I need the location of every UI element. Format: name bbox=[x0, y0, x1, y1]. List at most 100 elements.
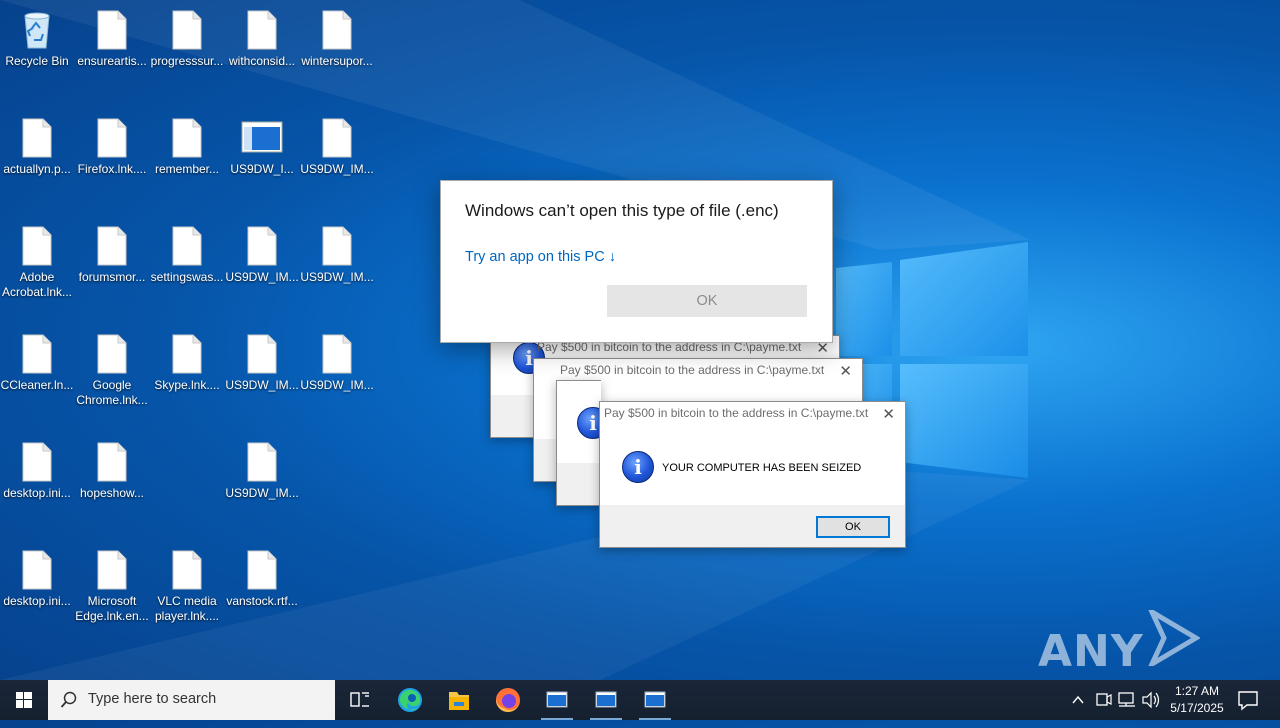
desktop-icon-label: VLC media player.lnk.... bbox=[154, 594, 220, 623]
file-icon bbox=[172, 226, 202, 266]
desktop-icon[interactable]: US9DW_IM... bbox=[300, 108, 374, 177]
desktop-icon-label: Google Chrome.lnk... bbox=[76, 378, 148, 407]
play-triangle-icon bbox=[1146, 605, 1201, 677]
desktop-icon[interactable]: US9DW_IM... bbox=[225, 324, 299, 393]
edge-icon bbox=[398, 688, 422, 712]
file-icon bbox=[97, 550, 127, 590]
show-hidden-icons-button[interactable] bbox=[1066, 680, 1090, 720]
search-placeholder: Type here to search bbox=[88, 691, 217, 707]
recycle-bin-icon bbox=[22, 10, 52, 50]
search-box[interactable]: Type here to search bbox=[48, 680, 335, 720]
desktop-icon-label: US9DW_IM... bbox=[225, 270, 299, 284]
desktop-icon[interactable]: US9DW_IM... bbox=[225, 216, 299, 285]
desktop-icon[interactable]: actuallyn.p... bbox=[0, 108, 74, 177]
file-icon bbox=[247, 442, 277, 482]
desktop-icon[interactable]: Microsoft Edge.lnk.en... bbox=[75, 540, 149, 624]
desktop-icon[interactable]: US9DW_IM... bbox=[225, 432, 299, 501]
open-with-dialog[interactable]: Windows can’t open this type of file (.e… bbox=[440, 180, 833, 343]
desktop-icon[interactable]: forumsmor... bbox=[75, 216, 149, 285]
desktop-icon-label: US9DW_IM... bbox=[225, 486, 299, 500]
desktop-icon[interactable]: US9DW_IM... bbox=[300, 216, 374, 285]
desktop-icon-label: US9DW_IM... bbox=[300, 162, 374, 176]
file-icon bbox=[322, 10, 352, 50]
window-app-icon bbox=[644, 691, 666, 708]
desktop-icon[interactable]: settingswas... bbox=[150, 216, 224, 285]
desktop-icon-label: US9DW_I... bbox=[230, 162, 294, 176]
desktop-icon[interactable]: Adobe Acrobat.lnk... bbox=[0, 216, 74, 300]
volume-button[interactable] bbox=[1140, 680, 1162, 720]
desktop-icon[interactable]: hopeshow... bbox=[75, 432, 149, 501]
network-icon bbox=[1118, 692, 1135, 707]
desktop-icon[interactable]: wintersupor... bbox=[300, 0, 374, 69]
msgbox-taskbar-button-3[interactable] bbox=[631, 680, 679, 720]
desktop-icon[interactable]: remember... bbox=[150, 108, 224, 177]
clock-date: 5/17/2025 bbox=[1170, 701, 1224, 715]
desktop-icon[interactable]: desktop.ini... bbox=[0, 540, 74, 609]
try-app-link[interactable]: Try an app on this PC ↓ bbox=[465, 249, 616, 265]
desktop-icon-label: CCleaner.ln... bbox=[0, 378, 74, 392]
chevron-up-icon bbox=[1072, 695, 1084, 704]
desktop-icon-label: Skype.lnk.... bbox=[154, 378, 220, 392]
ransom-msgbox-main[interactable]: Pay $500 in bitcoin to the address in C:… bbox=[599, 401, 906, 548]
task-view-button[interactable] bbox=[336, 680, 384, 720]
desktop-icon[interactable]: desktop.ini... bbox=[0, 432, 74, 501]
clock[interactable]: 1:27 AM 5/17/2025 bbox=[1162, 683, 1232, 717]
desktop-icon[interactable]: ensureartis... bbox=[75, 0, 149, 69]
notification-icon bbox=[1238, 691, 1258, 711]
desktop-icon[interactable]: US9DW_I... bbox=[225, 108, 299, 177]
desktop-icon-label: withconsid... bbox=[228, 54, 296, 68]
watermark-left: ANY bbox=[1038, 626, 1144, 677]
info-icon: i bbox=[622, 451, 654, 483]
file-icon bbox=[97, 334, 127, 374]
action-center-button[interactable] bbox=[1232, 680, 1280, 720]
file-icon bbox=[97, 442, 127, 482]
taskbar: Type here to search 1:27 AM 5/17/2025 bbox=[0, 680, 1280, 720]
desktop-icon[interactable]: Recycle Bin bbox=[0, 0, 74, 69]
desktop-icon-label: wintersupor... bbox=[301, 54, 373, 68]
desktop-icon[interactable]: progresssur... bbox=[150, 0, 224, 69]
desktop-icon-label: forumsmor... bbox=[78, 270, 146, 284]
desktop-icon[interactable]: CCleaner.ln... bbox=[0, 324, 74, 393]
file-icon bbox=[97, 226, 127, 266]
file-icon bbox=[322, 118, 352, 158]
desktop-icon[interactable]: withconsid... bbox=[225, 0, 299, 69]
file-icon bbox=[247, 226, 277, 266]
ok-button[interactable]: OK bbox=[816, 516, 890, 538]
msgbox-caption: Pay $500 in bitcoin to the address in C:… bbox=[604, 406, 869, 420]
file-explorer-button[interactable] bbox=[435, 680, 483, 720]
msgbox-taskbar-button-1[interactable] bbox=[533, 680, 581, 720]
desktop-icon-label: remember... bbox=[154, 162, 220, 176]
network-button[interactable] bbox=[1115, 680, 1139, 720]
file-icon bbox=[22, 226, 52, 266]
msgbox-message: YOUR COMPUTER HAS BEEN SEIZED bbox=[662, 462, 862, 474]
desktop-icon[interactable]: VLC media player.lnk.... bbox=[150, 540, 224, 624]
edge-taskbar-button[interactable] bbox=[386, 680, 434, 720]
file-icon bbox=[172, 10, 202, 50]
ransom-msgbox-3-underlay: i bbox=[556, 380, 609, 506]
desktop-icon-label: actuallyn.p... bbox=[3, 162, 71, 176]
file-icon bbox=[322, 334, 352, 374]
desktop-icon[interactable]: vanstock.rtf... bbox=[225, 540, 299, 609]
file-icon bbox=[22, 550, 52, 590]
close-icon[interactable]: ✕ bbox=[882, 405, 895, 423]
meet-now-icon bbox=[1096, 693, 1112, 706]
start-button[interactable] bbox=[0, 680, 48, 720]
dialog-title: Windows can’t open this type of file (.e… bbox=[465, 201, 779, 220]
desktop-icon-label: desktop.ini... bbox=[3, 486, 71, 500]
desktop-icon-label: ensureartis... bbox=[77, 54, 147, 68]
file-icon bbox=[172, 118, 202, 158]
search-icon bbox=[60, 691, 77, 708]
desktop-icon[interactable]: Google Chrome.lnk... bbox=[75, 324, 149, 408]
file-icon bbox=[247, 10, 277, 50]
desktop-icon-label: Firefox.lnk.... bbox=[77, 162, 147, 176]
file-icon bbox=[172, 334, 202, 374]
file-icon bbox=[247, 334, 277, 374]
msgbox-taskbar-button-2[interactable] bbox=[582, 680, 630, 720]
app-window-icon bbox=[241, 118, 283, 158]
tray-icon-button[interactable] bbox=[1092, 680, 1114, 720]
desktop-icon[interactable]: Skype.lnk.... bbox=[150, 324, 224, 393]
desktop-icon[interactable]: US9DW_IM... bbox=[300, 324, 374, 393]
desktop-icon[interactable]: Firefox.lnk.... bbox=[75, 108, 149, 177]
firefox-taskbar-button[interactable] bbox=[484, 680, 532, 720]
close-icon[interactable]: ✕ bbox=[839, 362, 852, 380]
